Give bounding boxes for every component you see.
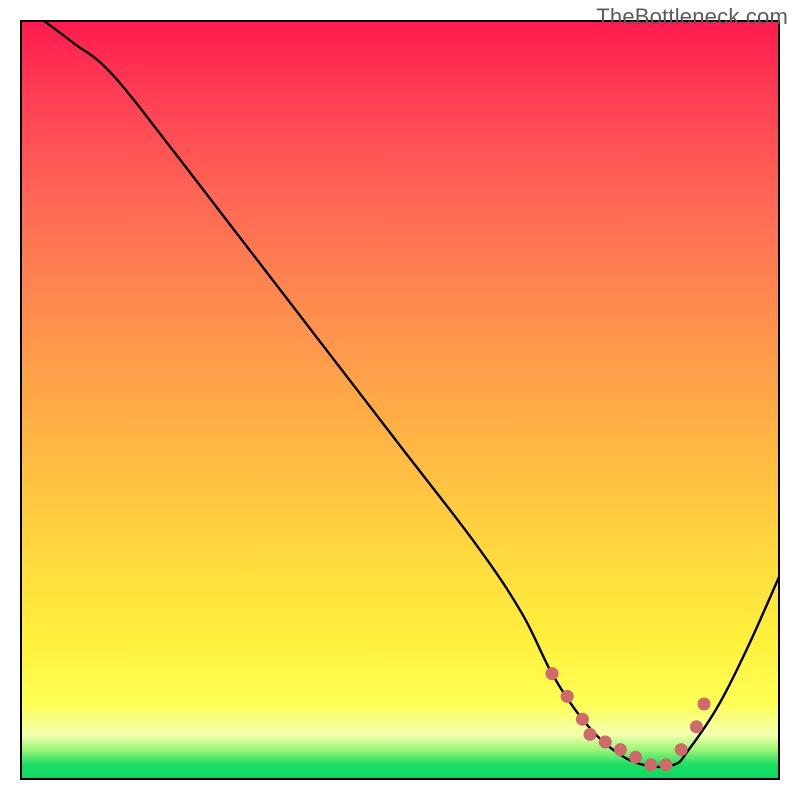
sweet-spot-point (584, 728, 597, 741)
sweet-spot-point (546, 667, 559, 680)
chart-container: TheBottleneck.com (0, 0, 800, 800)
sweet-spot-point (599, 736, 612, 749)
watermark-label: TheBottleneck.com (596, 4, 788, 30)
sweet-spot-point (629, 751, 642, 764)
bottleneck-curve (43, 20, 780, 767)
sweet-spot-point (690, 720, 703, 733)
sweet-spot-point (644, 758, 657, 771)
sweet-spot-point (675, 743, 688, 756)
sweet-spot-point (614, 743, 627, 756)
sweet-spot-point (561, 690, 574, 703)
sweet-spot-point (660, 758, 673, 771)
sweet-spot-point (576, 713, 589, 726)
curve-layer (20, 20, 780, 780)
plot-area (20, 20, 780, 780)
sweet-spot-point (698, 698, 711, 711)
